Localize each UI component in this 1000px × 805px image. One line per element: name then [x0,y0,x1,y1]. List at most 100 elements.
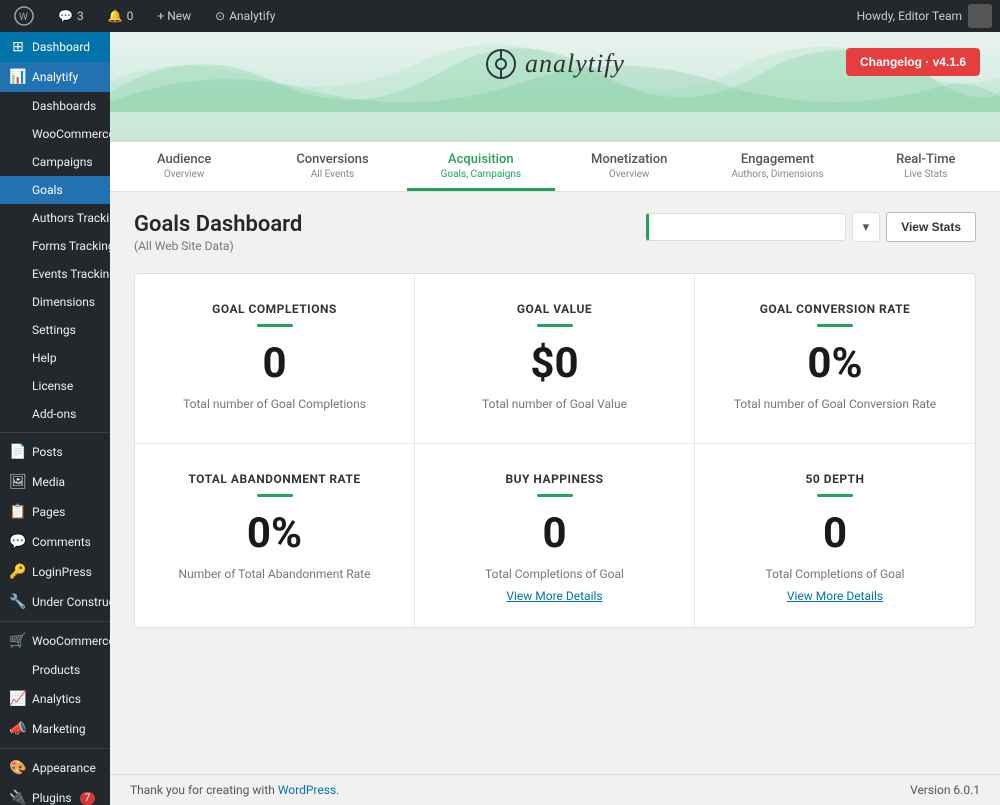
tab-conversions[interactable]: Conversions All Events [258,142,406,191]
card-buy-happiness-value: 0 [435,513,674,555]
sidebar-item-loginpress[interactable]: 🔑 LoginPress [0,557,110,587]
sidebar-item-events[interactable]: Events Tracking [0,260,110,288]
new-label: + New [157,9,191,23]
card-buy-happiness: BUY HAPPINESS 0 Total Completions of Goa… [415,444,695,627]
comments-icon: 💬 [10,534,26,550]
card-goal-completions-desc: Total number of Goal Completions [155,397,394,411]
card-50-depth-link[interactable]: View More Details [715,589,955,603]
card-50-depth-underline [817,494,853,497]
sidebar-item-dimensions[interactable]: Dimensions [0,288,110,316]
dropdown-button[interactable]: ▾ [852,212,881,242]
card-goal-completions-label: GOAL COMPLETIONS [155,302,394,316]
pages-icon: 📋 [10,504,26,520]
logo-icon [485,48,517,80]
sidebar-item-dashboards[interactable]: Dashboards [0,92,110,120]
dashboard-icon: ⊞ [10,39,26,55]
sidebar-item-authors[interactable]: Authors Tracking [0,204,110,232]
sidebar-item-comments[interactable]: 💬 Comments [0,527,110,557]
tab-monetization[interactable]: Monetization Overview [555,142,703,191]
card-goal-completions: GOAL COMPLETIONS 0 Total number of Goal … [135,274,415,444]
card-goal-value: GOAL VALUE $0 Total number of Goal Value [415,274,695,444]
card-total-abandonment: TOTAL ABANDONMENT RATE 0% Number of Tota… [135,444,415,627]
analytics-icon: 📈 [10,691,26,707]
changelog-button[interactable]: Changelog · v4.1.6 [846,48,980,76]
dashboard-area: Goals Dashboard (All Web Site Data) ▾ Vi… [110,192,1000,774]
card-50-depth: 50 DEPTH 0 Total Completions of Goal Vie… [695,444,975,627]
sidebar-item-license[interactable]: License [0,372,110,400]
sidebar-item-woocommerce[interactable]: WooCommerce [0,120,110,148]
goals-title-block: Goals Dashboard (All Web Site Data) [134,212,302,253]
sidebar-item-forms[interactable]: Forms Tracking [0,232,110,260]
card-total-abandonment-label: TOTAL ABANDONMENT RATE [155,472,394,486]
tab-realtime-title: Real-Time [858,152,994,167]
comments-item[interactable]: 💬 3 [52,9,90,23]
analytify-header: analytify Changelog · v4.1.6 [110,32,1000,142]
view-stats-button[interactable]: View Stats [886,212,976,242]
goals-title: Goals Dashboard [134,212,302,237]
sidebar-item-campaigns[interactable]: Campaigns [0,148,110,176]
howdy-label: Howdy, Editor Team [857,9,962,23]
wp-logo-item[interactable]: W [8,6,40,26]
card-goal-conversion-rate-underline [817,324,853,327]
card-buy-happiness-underline [537,494,573,497]
card-50-depth-label: 50 DEPTH [715,472,955,486]
header-center: analytify Changelog · v4.1.6 [130,48,980,80]
plugins-badge: 7 [80,792,96,805]
posts-icon: 📄 [10,444,26,460]
sidebar-item-help[interactable]: Help [0,344,110,372]
sidebar-item-settings[interactable]: Settings [0,316,110,344]
sidebar-item-appearance[interactable]: 🎨 Appearance [0,753,110,783]
comment-icon: 💬 [58,9,73,23]
sidebar-item-marketing[interactable]: 📣 Marketing [0,714,110,744]
date-range-input[interactable] [646,213,846,241]
construction-icon: 🔧 [10,594,26,610]
main-content: analytify Changelog · v4.1.6 Audience Ov… [110,32,1000,805]
sidebar-item-goals[interactable]: Goals [0,176,110,204]
site-name: Analytify [229,9,275,23]
tab-audience[interactable]: Audience Overview [110,142,258,191]
sidebar-item-analytics[interactable]: 📈 Analytics [0,684,110,714]
card-goal-conversion-rate-desc: Total number of Goal Conversion Rate [715,397,955,411]
goals-subtitle: (All Web Site Data) [134,239,302,253]
card-50-depth-value: 0 [715,513,955,555]
goals-header: Goals Dashboard (All Web Site Data) ▾ Vi… [134,212,976,253]
svg-text:W: W [19,12,28,23]
notes-count: 0 [127,9,134,23]
sidebar-item-products[interactable]: Products [0,656,110,684]
sidebar-item-plugins[interactable]: 🔌 Plugins 7 [0,783,110,805]
tab-engagement-sub: Authors, Dimensions [709,169,845,180]
card-goal-conversion-rate: GOAL CONVERSION RATE 0% Total number of … [695,274,975,444]
woocommerce-icon: 🛒 [10,633,26,649]
tab-monetization-sub: Overview [561,169,697,180]
wp-footer: Thank you for creating with WordPress. V… [110,774,1000,805]
sidebar-item-media[interactable]: 🖼 Media [0,467,110,497]
sidebar: ⊞ Dashboard 📊 Analytify Dashboards WooCo… [0,32,110,805]
marketing-icon: 📣 [10,721,26,737]
card-goal-value-value: $0 [435,343,674,385]
tab-realtime[interactable]: Real-Time Live Stats [852,142,1000,191]
sidebar-item-woocommerce2[interactable]: 🛒 WooCommerce [0,626,110,656]
sidebar-item-addons[interactable]: Add-ons [0,400,110,428]
wordpress-link[interactable]: WordPress. [278,783,339,797]
card-goal-completions-underline [257,324,293,327]
analytify-icon: 📊 [10,69,26,85]
notes-item[interactable]: 🔔 0 [102,9,140,23]
tab-acquisition[interactable]: Acquisition Goals, Campaigns [407,142,555,191]
card-total-abandonment-desc: Number of Total Abandonment Rate [155,567,394,581]
sidebar-item-dashboard[interactable]: ⊞ Dashboard [0,32,110,62]
tab-audience-title: Audience [116,152,252,167]
card-buy-happiness-link[interactable]: View More Details [435,589,674,603]
sidebar-item-posts[interactable]: 📄 Posts [0,437,110,467]
tab-engagement[interactable]: Engagement Authors, Dimensions [703,142,851,191]
site-name-item[interactable]: ⊙ Analytify [209,9,281,23]
version-label: Version 6.0.1 [910,783,980,797]
tab-monetization-title: Monetization [561,152,697,167]
sidebar-item-pages[interactable]: 📋 Pages [0,497,110,527]
sidebar-item-analytify[interactable]: 📊 Analytify [0,62,110,92]
logo-text: analytify [525,49,625,79]
card-goal-conversion-rate-value: 0% [715,343,955,385]
new-item[interactable]: + New [151,9,197,23]
appearance-icon: 🎨 [10,760,26,776]
sidebar-item-underconstruction[interactable]: 🔧 Under Construction [0,587,110,617]
tabs-bar: Audience Overview Conversions All Events… [110,142,1000,192]
